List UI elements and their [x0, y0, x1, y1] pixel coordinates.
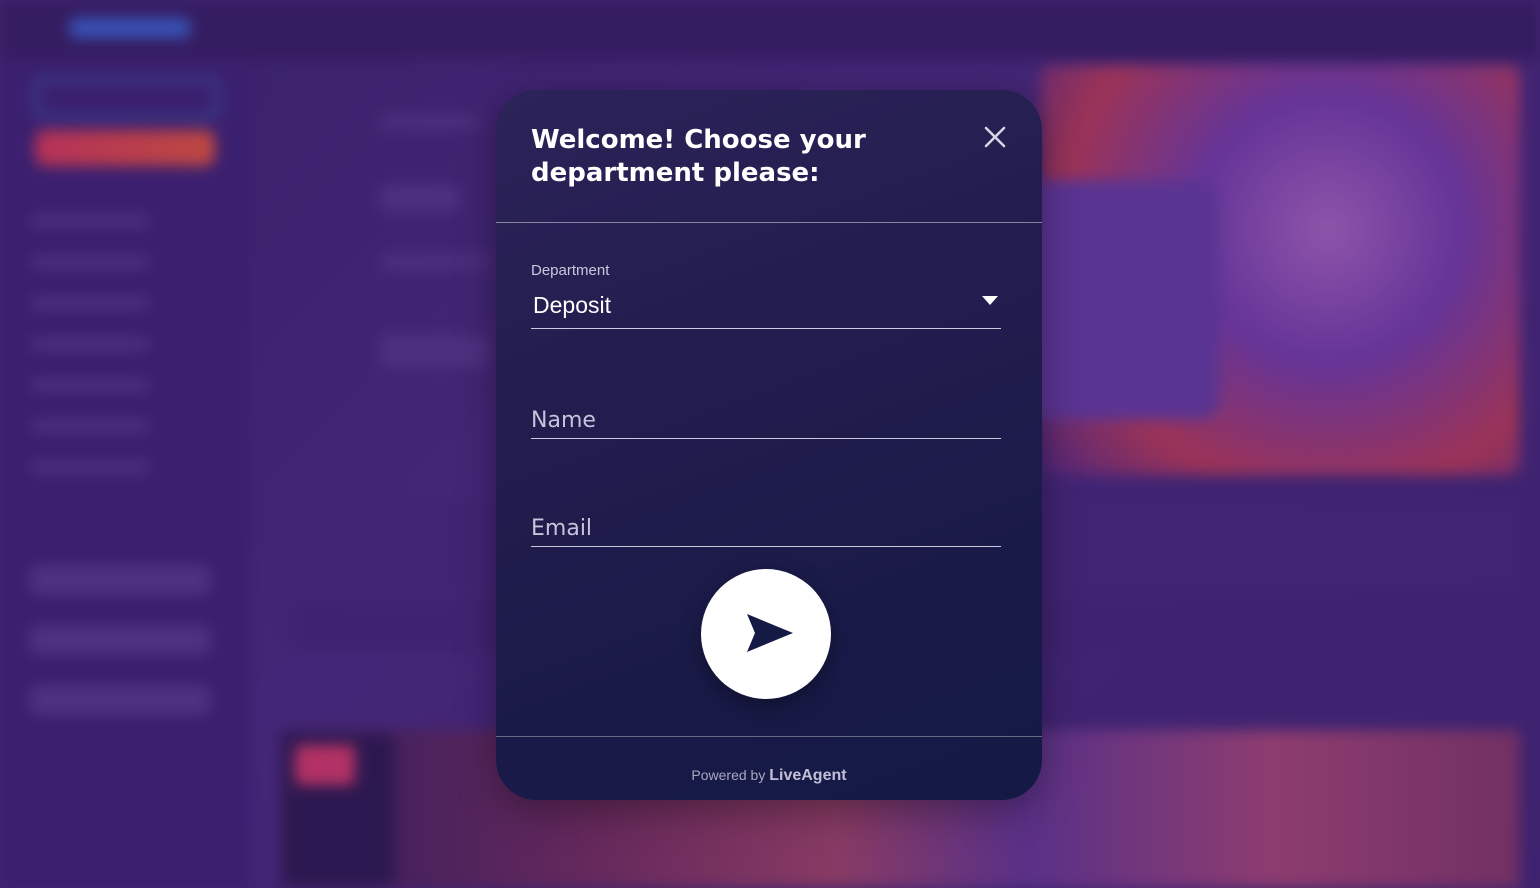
- liveagent-brand-link[interactable]: LiveAgent: [769, 767, 846, 784]
- caret-down-icon: [982, 296, 998, 305]
- close-button[interactable]: [980, 122, 1010, 152]
- send-icon: [747, 614, 793, 652]
- chat-footer: Powered by LiveAgent: [496, 736, 1042, 800]
- send-button[interactable]: [701, 569, 831, 699]
- chat-title: Welcome! Choose your department please:: [531, 125, 866, 188]
- department-label: Department: [531, 262, 610, 279]
- chat-header: Welcome! Choose your department please:: [496, 90, 1042, 223]
- powered-by-line: Powered by LiveAgent: [496, 767, 1042, 785]
- email-input[interactable]: [531, 510, 1001, 547]
- close-icon: [984, 126, 1006, 148]
- name-input[interactable]: [531, 402, 1001, 439]
- chat-widget: Welcome! Choose your department please: …: [496, 90, 1042, 800]
- department-selected-value: Deposit: [533, 292, 611, 318]
- powered-by-text: Powered by: [691, 767, 766, 783]
- department-select[interactable]: Deposit: [531, 286, 1001, 329]
